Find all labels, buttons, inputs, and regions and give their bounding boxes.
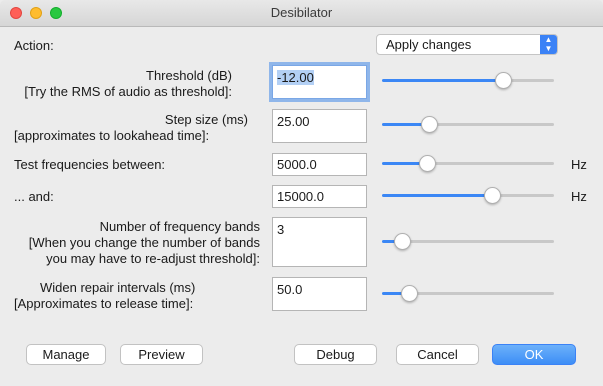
freq-high-slider[interactable] [382, 186, 554, 206]
widen-label-line1: Widen repair intervals (ms) [40, 280, 196, 295]
window-title: Desibilator [270, 5, 333, 20]
freq-low-label: Test frequencies between: [14, 157, 166, 172]
widen-slider-thumb[interactable] [400, 285, 418, 302]
freq-low-input[interactable]: 5000.0 [272, 153, 367, 176]
widen-slider[interactable] [382, 284, 554, 304]
action-dropdown[interactable]: Apply changes ▲ ▼ [376, 34, 558, 55]
title-bar: Desibilator [0, 0, 603, 27]
threshold-slider-thumb[interactable] [495, 72, 513, 89]
step-size-slider-thumb[interactable] [420, 116, 438, 133]
step-label-line2: [approximates to lookahead time]: [14, 128, 210, 143]
threshold-value: -12.00 [277, 70, 314, 85]
freq-low-value: 5000.0 [277, 157, 317, 172]
bands-value: 3 [277, 222, 285, 237]
freq-low-unit: Hz [571, 157, 587, 172]
freq-high-input[interactable]: 15000.0 [272, 185, 367, 208]
threshold-label-line2: [Try the RMS of audio as threshold]: [24, 84, 232, 99]
bands-slider[interactable] [382, 232, 554, 252]
bands-slider-thumb[interactable] [394, 233, 412, 250]
action-label: Action: [14, 38, 54, 53]
step-size-slider[interactable] [382, 115, 554, 135]
bands-label-line1: Number of frequency bands [99, 219, 260, 234]
freq-high-unit: Hz [571, 189, 587, 204]
step-size-value: 25.00 [277, 114, 310, 129]
desibilator-dialog: Desibilator Action: Apply changes ▲ ▼ Thr… [0, 0, 603, 386]
step-size-input[interactable]: 25.00 [272, 109, 367, 143]
bands-input[interactable]: 3 [272, 217, 367, 267]
step-label-line1: Step size (ms) [164, 112, 248, 127]
updown-chevron-icon: ▲ ▼ [540, 35, 557, 54]
threshold-slider[interactable] [382, 71, 554, 91]
freq-high-slider-thumb[interactable] [484, 187, 502, 204]
manage-button[interactable]: Manage [26, 344, 106, 365]
debug-button[interactable]: Debug [294, 344, 377, 365]
freq-high-value: 15000.0 [277, 189, 324, 204]
threshold-input[interactable]: -12.00 [272, 65, 367, 99]
widen-label-line2: [Approximates to release time]: [14, 296, 194, 311]
action-selected: Apply changes [386, 37, 472, 52]
step-label: Step size (ms) [approximates to lookahea… [14, 112, 248, 144]
freq-low-slider-thumb[interactable] [419, 155, 437, 172]
widen-input[interactable]: 50.0 [272, 277, 367, 311]
freq-high-label: ... and: [14, 189, 54, 204]
cancel-button[interactable]: Cancel [396, 344, 479, 365]
threshold-label: Threshold (dB) [Try the RMS of audio as … [24, 68, 232, 100]
ok-button[interactable]: OK [492, 344, 576, 365]
bands-label-line2: [When you change the number of bands [28, 235, 260, 250]
preview-button[interactable]: Preview [120, 344, 203, 365]
bands-label: Number of frequency bands [When you chan… [29, 219, 260, 267]
widen-label: Widen repair intervals (ms) [Approximate… [14, 280, 256, 312]
freq-low-slider[interactable] [382, 154, 554, 174]
threshold-label-line1: Threshold (dB) [146, 68, 232, 83]
bands-label-line3: you may have to re-adjust threshold]: [46, 251, 260, 266]
widen-value: 50.0 [277, 282, 303, 297]
